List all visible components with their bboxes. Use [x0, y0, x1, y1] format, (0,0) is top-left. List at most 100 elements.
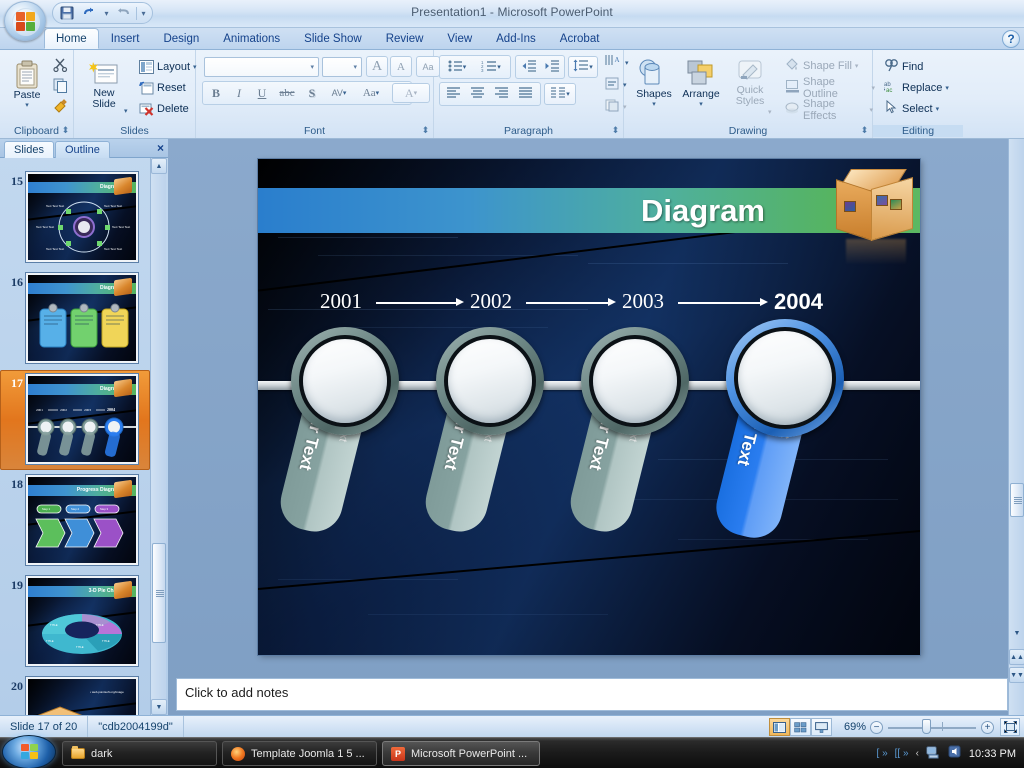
numbering-dropdown-icon[interactable]: ▾: [497, 63, 501, 71]
replace-button[interactable]: ab ac Replace ▾: [881, 78, 959, 97]
copy-button[interactable]: [50, 77, 70, 96]
scroll-thumb[interactable]: [152, 543, 166, 643]
zoom-slider[interactable]: − +: [870, 716, 994, 738]
quick-styles-dropdown-icon[interactable]: ▾: [768, 108, 772, 116]
tray-overflow-icon-1[interactable]: [ »: [877, 748, 888, 759]
tab-add-ins[interactable]: Add-Ins: [484, 28, 548, 49]
convert-smartart-button[interactable]: ▾: [602, 97, 624, 116]
notes-pane[interactable]: Click to add notes: [176, 678, 1008, 711]
taskbar-item-dark[interactable]: dark: [62, 741, 217, 766]
align-left-button[interactable]: [442, 84, 465, 104]
font-dialog-launcher[interactable]: ⬍: [420, 125, 431, 136]
italic-button[interactable]: I: [228, 83, 250, 103]
normal-view-button[interactable]: [769, 718, 790, 736]
tab-view[interactable]: View: [435, 28, 484, 49]
zoom-in-button[interactable]: +: [981, 721, 994, 734]
scroll-down-button[interactable]: ▼: [151, 699, 167, 715]
close-pane-icon[interactable]: ×: [157, 141, 164, 155]
timeline-year-2003[interactable]: 2003: [622, 289, 664, 314]
zoom-out-button[interactable]: −: [870, 721, 883, 734]
increase-indent-button[interactable]: [541, 57, 563, 77]
thumbnail-item-15[interactable]: 15 Diagram: [0, 168, 150, 269]
diagram-node-2[interactable]: Your Text Your Text: [436, 327, 544, 577]
shapes-dropdown-icon[interactable]: ▾: [652, 100, 656, 108]
shape-fill-dropdown-icon[interactable]: ▾: [855, 62, 859, 70]
slide-show-button[interactable]: [811, 718, 832, 736]
tray-overflow-icon-2[interactable]: [[ »: [895, 748, 909, 759]
align-center-button[interactable]: [466, 84, 489, 104]
slide-title[interactable]: Diagram: [641, 193, 765, 229]
shape-effects-button[interactable]: Shape Effects ▾: [782, 100, 876, 119]
delete-slide-button[interactable]: Delete: [136, 99, 190, 118]
thumbnail-item-18[interactable]: 18 Progress Diagram Step 1Step 2Step: [0, 471, 150, 572]
tab-insert[interactable]: Insert: [99, 28, 152, 49]
replace-dropdown-icon[interactable]: ▾: [945, 84, 949, 92]
volume-icon[interactable]: [948, 745, 962, 762]
text-direction-button[interactable]: A ▾: [602, 53, 624, 72]
network-icon[interactable]: [926, 745, 941, 762]
tab-home[interactable]: Home: [44, 28, 99, 49]
clock[interactable]: 10:33 PM: [969, 748, 1016, 760]
justify-button[interactable]: [514, 84, 537, 104]
thumbnail-item-19[interactable]: 19 3-D Pie Chart TITL: [0, 572, 150, 673]
tab-slide-show[interactable]: Slide Show: [292, 28, 374, 49]
bullets-dropdown-icon[interactable]: ▾: [463, 63, 467, 71]
new-slide-button[interactable]: New Slide: [82, 56, 126, 111]
diagram-node-4[interactable]: Your Text Your Text: [726, 319, 844, 579]
node-circle[interactable]: [581, 327, 689, 435]
slide-thumbnail-list[interactable]: 15 Diagram: [0, 158, 150, 715]
taskbar-item-firefox[interactable]: Template Joomla 1 5 ...: [222, 741, 377, 766]
timeline-year-2001[interactable]: 2001: [320, 289, 362, 314]
next-slide-button[interactable]: ▼▼: [1009, 667, 1024, 683]
paste-dropdown-icon[interactable]: ▾: [25, 101, 29, 109]
bullets-button[interactable]: ▾: [442, 57, 472, 77]
decrease-indent-button[interactable]: [518, 57, 540, 77]
character-spacing-button[interactable]: AV ▾: [324, 83, 354, 103]
taskbar-item-powerpoint[interactable]: P Microsoft PowerPoint ...: [382, 741, 540, 766]
previous-slide-button[interactable]: ▲▲: [1009, 649, 1024, 665]
thumbnail-item-17[interactable]: 17 Diagram 200120022003 2004: [0, 370, 150, 471]
font-size-dropdown-icon[interactable]: ▾: [353, 63, 361, 71]
text-shadow-button[interactable]: S: [301, 83, 323, 103]
arrange-dropdown-icon[interactable]: ▾: [699, 100, 703, 108]
thumbnail-item-16[interactable]: 16 Diagram: [0, 269, 150, 370]
underline-button[interactable]: U: [251, 83, 273, 103]
zoom-percentage[interactable]: 69%: [844, 716, 866, 738]
tab-acrobat[interactable]: Acrobat: [548, 28, 612, 49]
tab-animations[interactable]: Animations: [211, 28, 292, 49]
diagram-node-3[interactable]: Your Text Your Text: [581, 327, 689, 577]
paste-button[interactable]: Paste ▾: [6, 56, 48, 110]
shapes-button[interactable]: Shapes ▾: [632, 55, 676, 109]
format-painter-button[interactable]: [50, 98, 70, 117]
node-circle[interactable]: [291, 327, 399, 435]
select-dropdown-icon[interactable]: ▾: [936, 105, 940, 113]
find-button[interactable]: Find: [881, 57, 951, 76]
tab-design[interactable]: Design: [151, 28, 211, 49]
tab-review[interactable]: Review: [374, 28, 436, 49]
clipboard-dialog-launcher[interactable]: ⬍: [60, 125, 71, 136]
slides-pane-scrollbar[interactable]: ▲ ▼: [150, 158, 166, 715]
zoom-slider-handle[interactable]: [922, 719, 931, 734]
select-button[interactable]: Select ▾: [881, 99, 953, 118]
node-circle[interactable]: [436, 327, 544, 435]
columns-button[interactable]: ▾: [544, 83, 576, 105]
font-name-input[interactable]: ▾: [204, 57, 319, 77]
font-name-dropdown-icon[interactable]: ▾: [310, 63, 318, 71]
shape-outline-button[interactable]: Shape Outline ▾: [782, 78, 878, 97]
font-color-button[interactable]: A ▾: [392, 83, 430, 103]
line-spacing-button[interactable]: ▾: [568, 56, 598, 78]
thumbnail-item-20[interactable]: 20 • web.pointsoft.org/image: [0, 673, 150, 715]
pane-tab-outline[interactable]: Outline: [55, 141, 110, 158]
arrange-button[interactable]: Arrange ▾: [678, 55, 724, 109]
quick-styles-button[interactable]: Quick Styles: [726, 55, 774, 108]
office-button[interactable]: [4, 1, 46, 41]
font-color-dropdown-icon[interactable]: ▾: [414, 89, 418, 97]
layout-button[interactable]: Layout ▾: [136, 57, 192, 76]
slide-sorter-button[interactable]: [790, 718, 811, 736]
node-circle[interactable]: [726, 319, 844, 437]
reset-button[interactable]: Reset: [136, 78, 188, 97]
shape-fill-button[interactable]: Shape Fill ▾: [782, 56, 870, 75]
numbering-button[interactable]: 123 ▾: [475, 57, 507, 77]
shrink-font-button[interactable]: A: [390, 56, 412, 77]
current-slide[interactable]: Diagram 2001 2002 2003: [258, 159, 920, 655]
